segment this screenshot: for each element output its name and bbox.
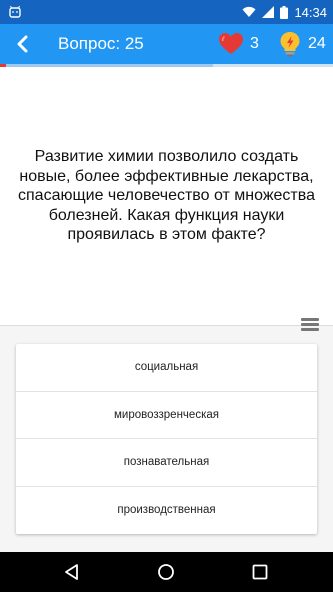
back-triangle-icon[interactable]	[62, 562, 82, 582]
hints-count: 24	[308, 35, 326, 52]
signal-icon	[262, 6, 275, 18]
question-text: Развитие химии позволило создать новые, …	[18, 148, 315, 244]
chevron-left-icon	[17, 35, 28, 53]
question-card: Развитие химии позволило создать новые, …	[0, 67, 333, 325]
navigation-bar	[0, 552, 333, 592]
answer-option-1[interactable]: социальная	[16, 344, 317, 392]
answer-option-4[interactable]: производственная	[16, 487, 317, 535]
battery-icon	[280, 5, 289, 19]
lightbulb-icon	[280, 32, 300, 57]
home-circle-icon[interactable]	[156, 562, 176, 582]
hints-counter[interactable]: 24	[278, 29, 326, 59]
answer-option-2[interactable]: мировоззренческая	[16, 392, 317, 439]
recents-square-icon[interactable]	[250, 562, 270, 582]
answer-list: социальная мировоззренческая познаватель…	[16, 344, 317, 534]
lives-counter: 3	[218, 29, 259, 59]
menu-icon[interactable]	[301, 318, 319, 334]
heart-icon	[219, 33, 243, 54]
question-number-title: Вопрос: 25	[58, 34, 144, 53]
divider	[0, 325, 333, 326]
lives-count: 3	[250, 35, 259, 52]
wifi-icon	[242, 6, 256, 17]
status-bar: 14:34	[0, 0, 333, 24]
android-icon	[9, 5, 21, 18]
app-bar: Вопрос: 25 3 24	[0, 24, 333, 64]
answer-option-3[interactable]: познавательная	[16, 439, 317, 487]
back-button[interactable]	[8, 30, 36, 58]
status-time: 14:34	[294, 4, 327, 20]
